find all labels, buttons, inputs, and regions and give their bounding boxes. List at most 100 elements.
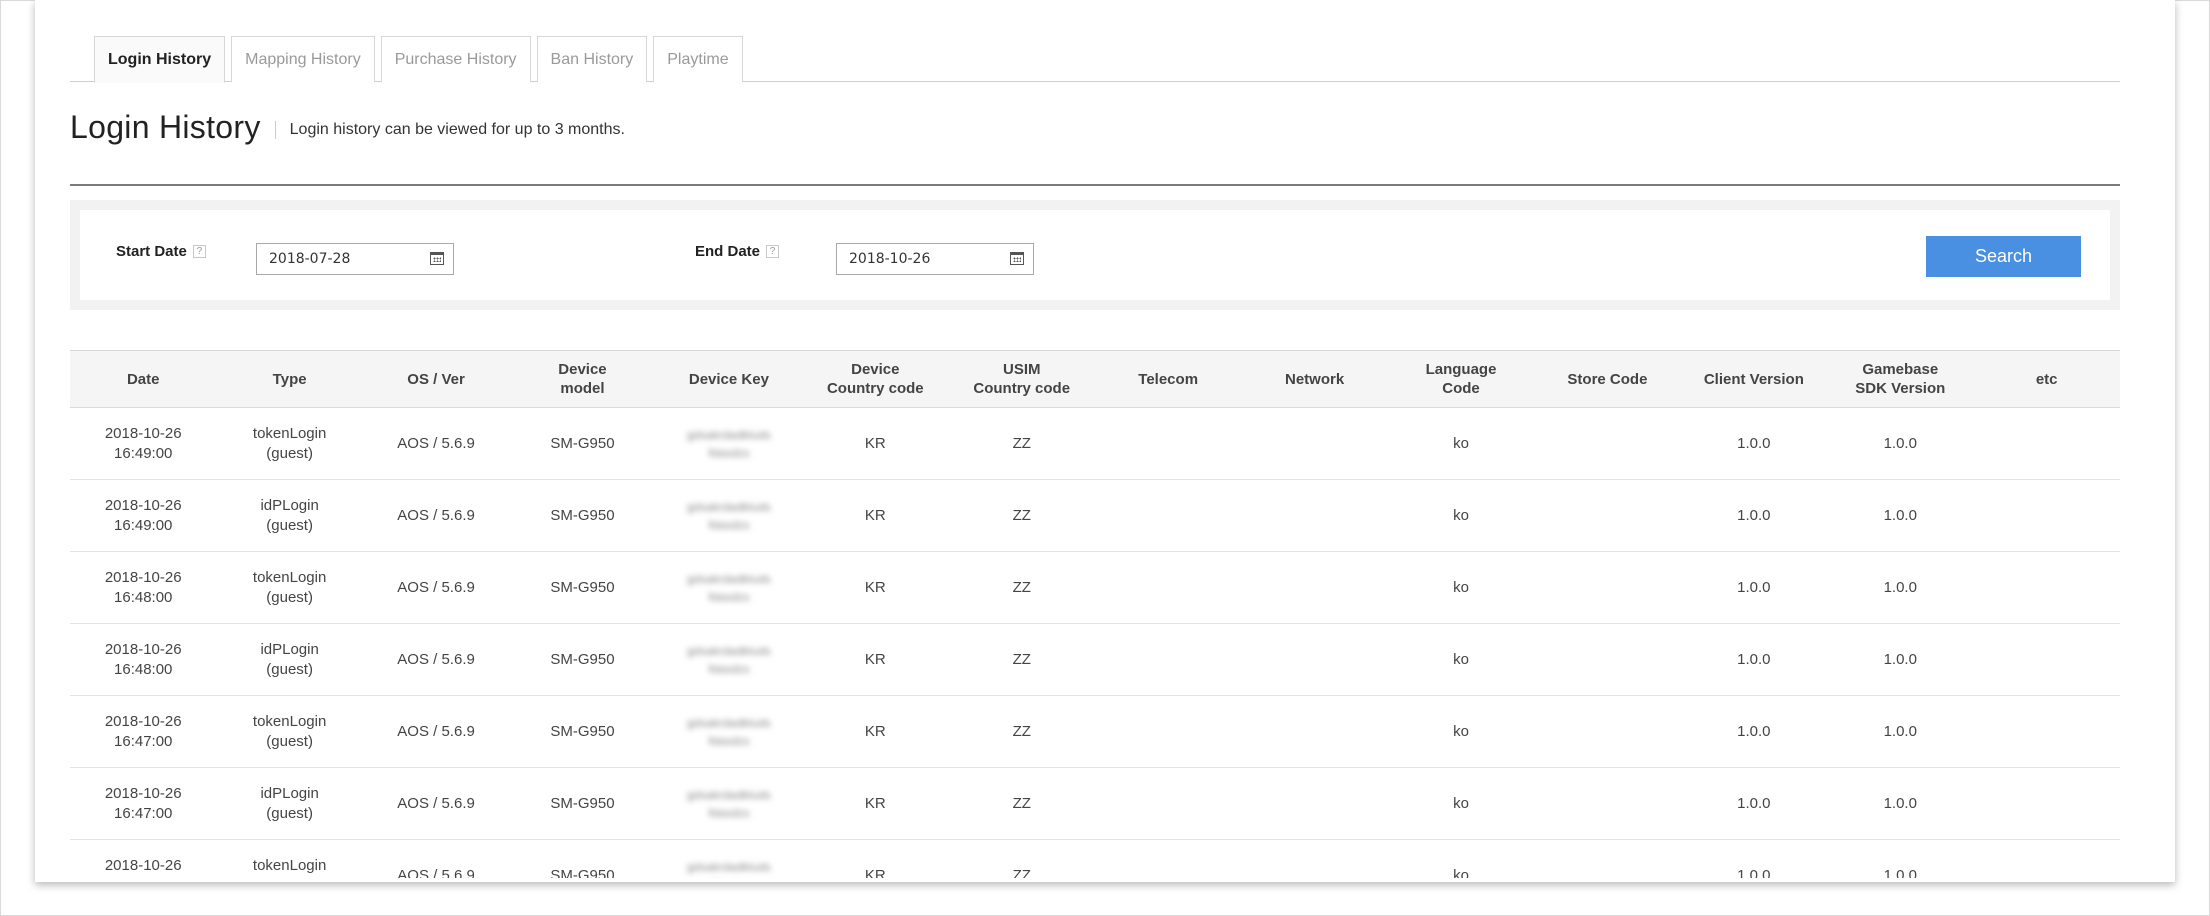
table-cell bbox=[1534, 840, 1680, 878]
heading-rule bbox=[70, 184, 2120, 186]
start-date-label-text: Start Date bbox=[116, 243, 187, 260]
table-cell bbox=[1241, 768, 1387, 839]
table-cell: SM-G950 bbox=[550, 650, 615, 668]
tab-login-history[interactable]: Login History bbox=[94, 36, 226, 83]
login-history-table: Date Type OS / Ver Device model Device Key De… bbox=[70, 350, 2120, 878]
table-row[interactable]: 2018-10-26 16:47:00 idPLogin (guest) AOS /… bbox=[70, 768, 2120, 840]
table-cell: 2018-10-26 16:48:00 bbox=[104, 568, 182, 606]
table-cell: KR bbox=[864, 722, 886, 740]
table-cell: 2018-10-26 16:47:00 bbox=[104, 784, 182, 822]
table-cell: 2018-10-26 16:49:00 bbox=[104, 424, 182, 462]
table-row[interactable]: 2018-10-26 16:49:00 tokenLogin (guest) AOS… bbox=[70, 408, 2120, 480]
table-cell: 1.0.0 bbox=[1883, 866, 1917, 879]
table-cell: ko bbox=[1453, 794, 1469, 812]
table-cell: ko bbox=[1453, 578, 1469, 596]
table-cell: ZZ bbox=[1012, 506, 1031, 524]
end-date-input[interactable]: 2018-10-26 bbox=[836, 243, 1034, 275]
table-cell: ZZ bbox=[1012, 794, 1031, 812]
table-cell: AOS / 5.6.9 bbox=[397, 794, 475, 812]
end-date-value: 2018-10-26 bbox=[849, 251, 931, 267]
table-cell bbox=[1973, 768, 2119, 839]
table-cell: ZZ bbox=[1012, 434, 1031, 452]
table-body: 2018-10-26 16:49:00 tokenLogin (guest) AOS… bbox=[70, 408, 2120, 878]
page-description: Login history can be viewed for up to 3 … bbox=[289, 121, 625, 138]
title-divider bbox=[274, 121, 276, 139]
table-row[interactable]: 2018-10-26 16:47:00 tokenLogin (guest) AOS… bbox=[70, 696, 2120, 768]
tab-purchase-history[interactable]: Purchase History bbox=[380, 36, 531, 82]
table-cell bbox=[1241, 840, 1387, 878]
end-date-help-icon[interactable]: ? bbox=[766, 245, 780, 258]
table-cell bbox=[1095, 552, 1241, 623]
table-cell bbox=[1973, 624, 2119, 695]
tab-ban-history[interactable]: Ban History bbox=[536, 36, 648, 82]
table-cell bbox=[1095, 624, 1241, 695]
start-date-help-icon[interactable]: ? bbox=[192, 245, 206, 258]
start-date-label: Start Date ? bbox=[116, 243, 206, 260]
table-cell bbox=[1241, 624, 1387, 695]
tab-playtime[interactable]: Playtime bbox=[653, 36, 743, 82]
table-cell: 1.0.0 bbox=[1737, 866, 1771, 879]
table-cell bbox=[1973, 408, 2119, 479]
table-cell: AOS / 5.6.9 bbox=[397, 866, 475, 879]
start-date-input[interactable]: 2018-07-28 bbox=[256, 243, 454, 275]
table-cell: ZZ bbox=[1012, 650, 1031, 668]
table-cell bbox=[1241, 480, 1387, 551]
table-cell bbox=[1973, 552, 2119, 623]
tab-bar: Login History Mapping History Purchase H… bbox=[70, 36, 2120, 83]
table-cell: 1.0.0 bbox=[1737, 650, 1771, 668]
table-cell: 1.0.0 bbox=[1737, 434, 1771, 452]
table-cell: tokenLogin (guest) bbox=[252, 568, 327, 606]
table-cell: 2018-10-26 16:48:00 bbox=[104, 640, 182, 678]
table-cell: SM-G950 bbox=[550, 866, 615, 879]
device-key-redacted: gdsakrdadkluds fdasdzs bbox=[686, 715, 771, 748]
table-cell: 1.0.0 bbox=[1883, 506, 1917, 524]
table-cell: ko bbox=[1453, 866, 1469, 879]
table-cell bbox=[1241, 552, 1387, 623]
table-cell: AOS / 5.6.9 bbox=[397, 650, 475, 668]
column-header: Telecom bbox=[1138, 370, 1199, 388]
end-date-label: End Date ? bbox=[695, 243, 780, 260]
column-header: Date bbox=[126, 370, 160, 388]
table-cell: 1.0.0 bbox=[1883, 794, 1917, 812]
table-row[interactable]: 2018-10-26 16:46:00 tokenLogin (guest) AOS… bbox=[70, 840, 2120, 879]
column-header: Device Country code bbox=[826, 361, 924, 397]
device-key-redacted: gdsakrdadkluds fdasdzs bbox=[686, 571, 771, 604]
device-key-redacted: gdsakrdadkluds fdasdzs bbox=[686, 427, 771, 460]
table-cell: 1.0.0 bbox=[1737, 578, 1771, 596]
column-header: etc bbox=[2035, 370, 2058, 388]
table-cell: ko bbox=[1453, 506, 1469, 524]
table-cell: AOS / 5.6.9 bbox=[397, 722, 475, 740]
column-header: OS / Ver bbox=[407, 370, 465, 388]
column-header: USIM Country code bbox=[973, 361, 1071, 397]
table-cell: SM-G950 bbox=[550, 722, 615, 740]
table-cell: 1.0.0 bbox=[1883, 722, 1917, 740]
table-cell bbox=[1534, 624, 1680, 695]
table-cell: 2018-10-26 16:46:00 bbox=[104, 856, 182, 879]
table-cell bbox=[1973, 840, 2119, 878]
table-cell bbox=[1095, 840, 1241, 878]
table-cell: KR bbox=[864, 866, 886, 879]
calendar-icon[interactable] bbox=[430, 252, 444, 265]
table-cell: SM-G950 bbox=[550, 794, 615, 812]
table-cell: ZZ bbox=[1012, 866, 1031, 879]
calendar-icon[interactable] bbox=[1010, 252, 1024, 265]
table-cell: gdsakrdadkluds fdasdzs bbox=[656, 768, 802, 839]
table-cell: gdsakrdadkluds fdasdzs bbox=[656, 480, 802, 551]
table-cell: 1.0.0 bbox=[1883, 578, 1917, 596]
column-header: Device model bbox=[558, 361, 607, 397]
table-cell: tokenLogin (guest) bbox=[252, 712, 327, 750]
table-cell: idPLogin (guest) bbox=[260, 496, 319, 534]
table-cell bbox=[1973, 696, 2119, 767]
table-cell bbox=[1095, 408, 1241, 479]
search-panel: Start Date ? 2018-07-28 End Date ? 2018-… bbox=[70, 200, 2120, 310]
table-cell: 1.0.0 bbox=[1883, 650, 1917, 668]
search-button[interactable]: Search bbox=[1926, 236, 2081, 277]
tab-mapping-history[interactable]: Mapping History bbox=[231, 36, 375, 82]
table-cell: gdsakrdadkluds fdasdzs bbox=[656, 696, 802, 767]
search-form: Start Date ? 2018-07-28 End Date ? 2018-… bbox=[80, 210, 2110, 300]
table-row[interactable]: 2018-10-26 16:48:00 tokenLogin (guest) AOS… bbox=[70, 552, 2120, 624]
column-header: Device Key bbox=[688, 370, 769, 388]
table-row[interactable]: 2018-10-26 16:48:00 idPLogin (guest) AOS /… bbox=[70, 624, 2120, 696]
table-row[interactable]: 2018-10-26 16:49:00 idPLogin (guest) AOS /… bbox=[70, 480, 2120, 552]
table-cell: 1.0.0 bbox=[1737, 794, 1771, 812]
